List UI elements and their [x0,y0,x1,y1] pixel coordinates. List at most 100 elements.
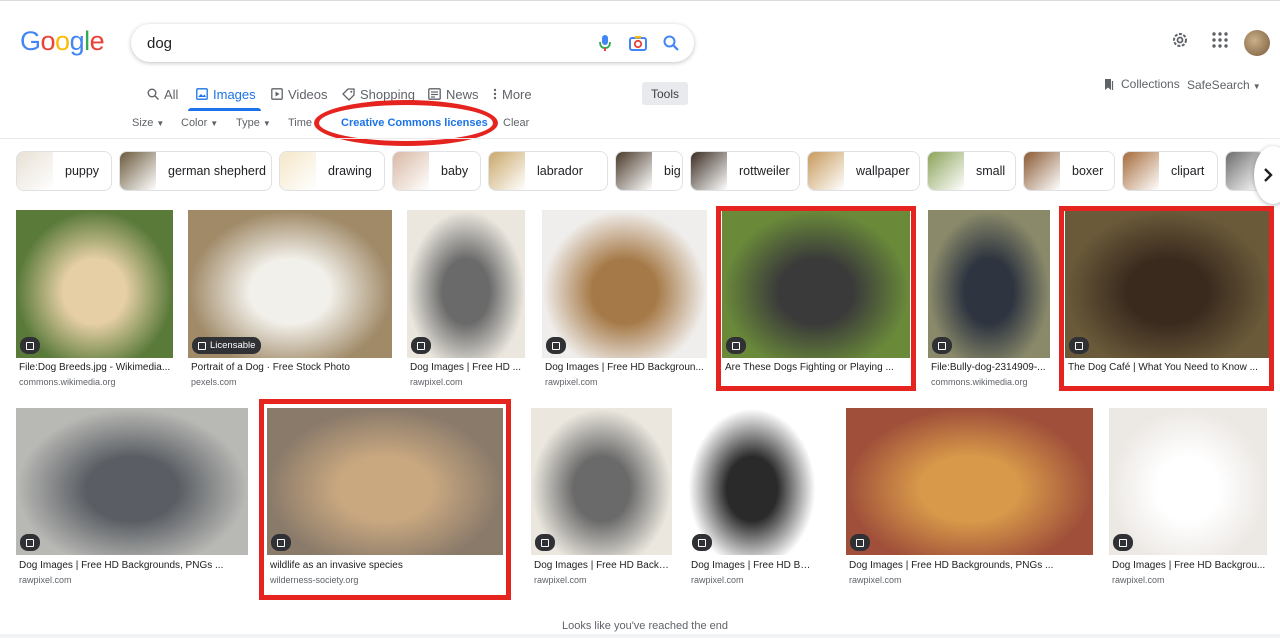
result-thumbnail[interactable] [531,408,672,555]
result-thumbnail[interactable] [846,408,1093,555]
tab-label: Videos [288,86,328,102]
filter-color[interactable]: Color ▼ [181,117,218,129]
result-thumbnail[interactable] [16,210,173,358]
tab-all[interactable]: All [147,84,178,104]
related-search-chip[interactable]: clipart [1122,151,1218,191]
result-thumbnail[interactable] [928,210,1050,358]
result-title[interactable]: wildlife as an invasive species [270,560,502,571]
image-result[interactable]: Are These Dogs Fighting or Playing ... [722,210,910,392]
tab-more[interactable]: More [493,84,532,104]
related-search-chip[interactable]: puppy [16,151,112,191]
result-source: rawpixel.com [534,575,587,585]
image-result[interactable]: Dog Images | Free HD Backg... rawpixel.co… [531,408,672,590]
image-result[interactable]: Dog Images | Free HD Backgrounds, PNGs .… [846,408,1093,590]
kebab-icon [493,88,497,100]
video-icon [271,88,283,100]
image-result[interactable]: Dog Images | Free HD ... rawpixel.com [407,210,525,392]
chip-thumbnail [691,152,727,190]
chip-thumbnail [393,152,429,190]
filter-label: Color [181,117,208,129]
result-thumbnail[interactable] [407,210,525,358]
camera-lens-icon[interactable] [628,33,648,53]
chip-label: labrador [537,164,583,178]
safesearch-dropdown[interactable]: SafeSearch ▼ [1187,78,1261,92]
result-thumbnail[interactable] [542,210,707,358]
result-thumbnail[interactable] [267,408,503,555]
search-icon [147,88,159,100]
related-search-chip[interactable]: rottweiler [690,151,800,191]
result-title[interactable]: Portrait of a Dog · Free Stock Photo [191,362,391,373]
result-title[interactable]: File:Bully-dog-2314909-... [931,362,1049,373]
header-divider [0,138,1280,139]
image-result[interactable]: Dog Images | Free HD Backg... rawpixel.co… [688,408,816,590]
related-search-chip[interactable]: small [927,151,1016,191]
filter-label: Size [132,117,154,129]
result-title[interactable]: The Dog Café | What You Need to Know ... [1068,362,1269,373]
related-search-chip[interactable]: labrador [488,151,608,191]
image-result[interactable]: Dog Images | Free HD Backgrounds, PNGs .… [16,408,248,590]
chip-label: puppy [65,164,100,178]
result-thumbnail[interactable] [1065,210,1270,358]
collections-label: Collections [1121,77,1180,91]
result-title[interactable]: Are These Dogs Fighting or Playing ... [725,362,909,373]
result-title[interactable]: Dog Images | Free HD Backgrounds, PNGs .… [19,560,247,571]
image-type-badge [546,337,566,354]
related-search-chip[interactable]: german shepherd [119,151,272,191]
search-input[interactable] [147,35,567,52]
image-type-badge [850,534,870,551]
result-title[interactable]: File:Dog Breeds.jpg - Wikimedia... [19,362,172,373]
result-title[interactable]: Dog Images | Free HD Backgrounds, PNGs .… [849,560,1092,571]
result-thumbnail[interactable] [688,408,816,555]
image-icon [26,538,34,547]
chip-label: baby [441,164,469,178]
image-type-badge [535,534,555,551]
result-title[interactable]: Dog Images | Free HD Backgrou... [1112,560,1266,571]
related-search-chip[interactable]: wallpaper [807,151,920,191]
gear-icon[interactable] [1170,30,1190,50]
image-result[interactable]: File:Dog Breeds.jpg - Wikimedia... common… [16,210,173,392]
result-thumbnail[interactable] [722,210,910,358]
image-result[interactable]: Dog Images | Free HD Backgroun... rawpixe… [542,210,707,392]
image-icon [698,538,706,547]
apps-grid-icon[interactable] [1210,30,1230,50]
result-title[interactable]: Dog Images | Free HD ... [410,362,524,373]
avatar[interactable] [1244,30,1270,56]
image-result[interactable]: wildlife as an invasive species wildernes… [267,408,503,590]
result-thumbnail[interactable] [1109,408,1267,555]
image-icon [198,341,206,350]
result-title[interactable]: Dog Images | Free HD Backgroun... [545,362,706,373]
result-title[interactable]: Dog Images | Free HD Backg... [534,560,671,571]
microphone-icon[interactable] [596,33,614,53]
image-result[interactable]: Licensable Portrait of a Dog · Free Stock… [188,210,392,392]
chip-label: german shepherd [168,164,266,178]
tools-button[interactable]: Tools [642,82,688,105]
result-source: rawpixel.com [691,575,744,585]
image-result[interactable]: File:Bully-dog-2314909-... commons.wikime… [928,210,1050,392]
google-logo[interactable]: Google [20,26,105,57]
image-result[interactable]: The Dog Café | What You Need to Know ... [1065,210,1270,392]
image-type-badge [20,534,40,551]
filter-size[interactable]: Size ▼ [132,117,164,129]
related-search-chip[interactable]: big [615,151,683,191]
result-thumbnail[interactable]: Licensable [188,210,392,358]
filter-type[interactable]: Type ▼ [236,117,271,129]
result-thumbnail[interactable] [16,408,248,555]
filter-clear[interactable]: Clear [503,117,529,129]
result-title[interactable]: Dog Images | Free HD Backg... [691,560,815,571]
tab-videos[interactable]: Videos [271,84,328,104]
image-result[interactable]: Dog Images | Free HD Backgrou... rawpixel… [1109,408,1267,590]
collections-link[interactable]: Collections [1104,77,1180,91]
result-source: pexels.com [191,377,237,387]
related-search-chip[interactable]: drawing [279,151,385,191]
tab-images[interactable]: Images [196,84,256,104]
filter-time[interactable]: Time [288,117,312,129]
related-search-chip[interactable]: baby [392,151,481,191]
image-icon [417,341,425,350]
chip-thumbnail [808,152,844,190]
chevron-right-icon[interactable] [1254,146,1280,204]
related-search-chip[interactable]: boxer [1023,151,1115,191]
image-type-badge [271,534,291,551]
search-box[interactable] [131,24,694,62]
search-icon[interactable] [661,33,681,53]
annotation-ellipse [314,100,498,146]
